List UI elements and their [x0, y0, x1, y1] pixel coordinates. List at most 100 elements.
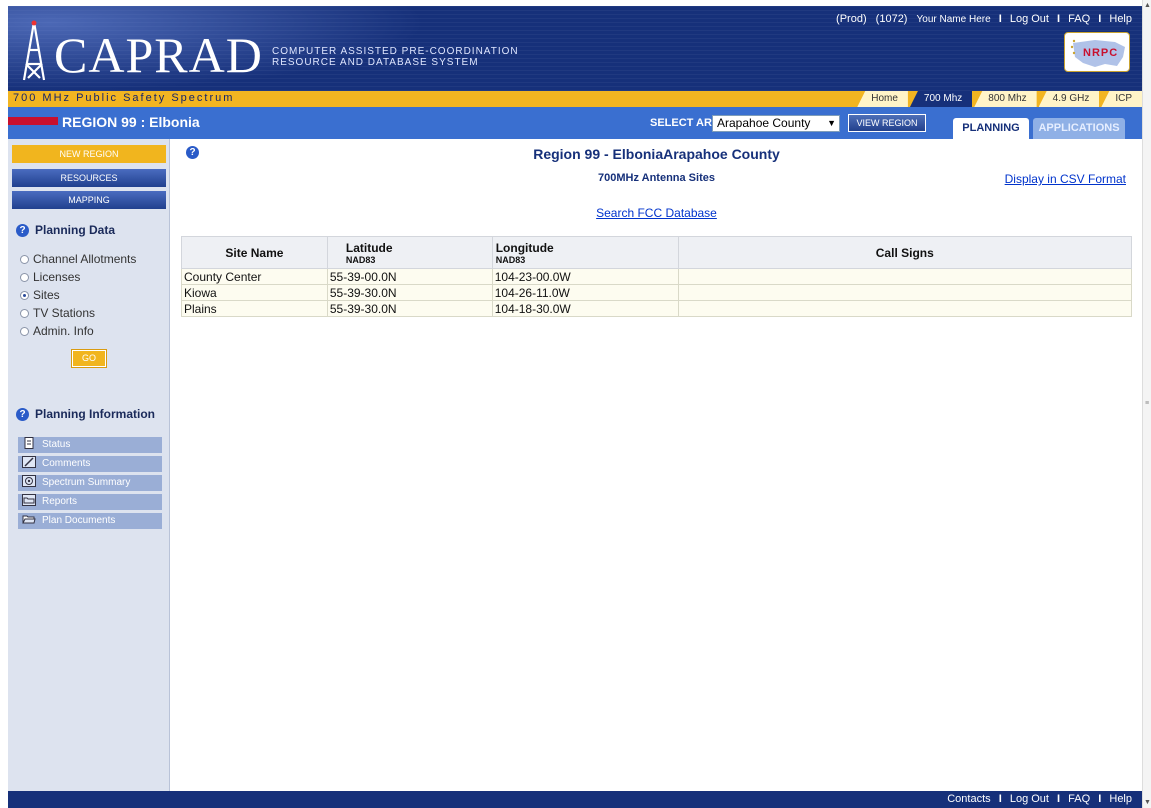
separator: I [1098, 793, 1102, 805]
separator: I [998, 793, 1002, 805]
cell-latitude: 55-39-30.0N [326, 284, 493, 301]
planning-info-heading: ? Planning Information [16, 407, 155, 422]
help-icon[interactable]: ? [16, 408, 29, 422]
sidebar: NEW REGION RESOURCES MAPPING ? Planning D… [8, 139, 170, 791]
new-region-button[interactable]: NEW REGION [12, 145, 166, 163]
table-row: County Center 55-39-00.0N 104-23-00.0W [181, 268, 1133, 285]
cell-latitude: 55-39-00.0N [326, 268, 493, 285]
cell-call-signs [677, 284, 1133, 301]
tab-applications[interactable]: APPLICATIONS [1033, 118, 1125, 139]
region-flag [8, 117, 58, 125]
latitude-header-text: Latitude [345, 240, 393, 255]
band-tab-4-9ghz[interactable]: 4.9 GHz [1038, 91, 1100, 107]
folder-open-icon [22, 515, 36, 524]
region-title: REGION 99 : Elbonia [62, 114, 200, 130]
info-item-reports[interactable]: Reports [18, 494, 162, 510]
cell-site-name: County Center [181, 268, 328, 285]
view-region-button[interactable]: VIEW REGION [848, 114, 926, 132]
cell-longitude: 104-23-00.0W [491, 268, 679, 285]
band-tabs: Home 700 Mhz 800 Mhz 4.9 GHz ICP [855, 91, 1142, 107]
radio-label: Admin. Info [33, 324, 94, 338]
info-item-label: Spectrum Summary [42, 477, 131, 488]
footer-faq-link[interactable]: FAQ [1068, 793, 1090, 805]
separator: I [998, 13, 1002, 25]
footer-logout-link[interactable]: Log Out [1010, 793, 1049, 805]
info-item-label: Comments [42, 458, 91, 469]
cell-site-name: Plains [181, 300, 328, 317]
table-row: Plains 55-39-30.0N 104-18-30.0W [181, 300, 1133, 317]
page-subtitle: 700MHz Antenna Sites [598, 172, 715, 184]
top-links: (Prod) (1072) Your Name Here I Log Out I… [836, 13, 1132, 25]
cell-longitude: 104-18-30.0W [491, 300, 679, 317]
info-item-plan-documents[interactable]: Plan Documents [18, 513, 162, 529]
nrpc-logo: NRPC [1064, 32, 1130, 72]
app-logo-title: CAPRAD [54, 27, 263, 83]
mapping-button[interactable]: MAPPING [12, 191, 166, 209]
faq-link[interactable]: FAQ [1068, 13, 1090, 25]
radio-channel-allotments[interactable]: Channel Allotments [20, 252, 136, 266]
radio-button-selected[interactable] [20, 291, 29, 300]
tab-planning[interactable]: PLANNING [953, 118, 1029, 139]
info-item-comments[interactable]: Comments [18, 456, 162, 472]
spectrum-bar: 700 MHz Public Safety Spectrum Home 700 … [8, 91, 1142, 107]
nrpc-logo-text: NRPC [1083, 47, 1119, 59]
footer-help-link[interactable]: Help [1109, 793, 1132, 805]
band-tab-home[interactable]: Home [857, 91, 908, 107]
main-content: ? Region 99 - ElboniaArapahoe County 700… [171, 139, 1142, 791]
environment-label: (Prod) [836, 13, 867, 25]
app-header: (Prod) (1072) Your Name Here I Log Out I… [8, 6, 1142, 107]
info-item-label: Plan Documents [42, 515, 116, 526]
separator: I [1057, 13, 1061, 25]
planning-data-heading-text: Planning Data [35, 223, 116, 237]
contacts-link[interactable]: Contacts [947, 793, 990, 805]
separator: I [1057, 793, 1061, 805]
info-item-spectrum-summary[interactable]: Spectrum Summary [18, 475, 162, 491]
radio-tower-icon [22, 20, 46, 81]
pencil-icon [22, 456, 36, 468]
area-select[interactable]: Arapahoe County ▼ [712, 115, 840, 132]
page-scrollbar[interactable]: ▲ ≡ ▼ [1142, 0, 1151, 808]
radio-label: Sites [33, 288, 60, 302]
longitude-datum: NAD83 [495, 254, 526, 265]
radio-label: Licenses [33, 270, 81, 284]
cell-call-signs [677, 300, 1133, 317]
region-bar: REGION 99 : Elbonia SELECT AREA: Arapaho… [8, 107, 1142, 139]
radio-label: TV Stations [33, 306, 96, 320]
info-item-label: Reports [42, 496, 78, 507]
radio-sites[interactable]: Sites [20, 288, 60, 302]
resources-button[interactable]: RESOURCES [12, 169, 166, 187]
logo-subtitle-line1: COMPUTER ASSISTED PRE-COORDINATION [272, 46, 519, 57]
radio-licenses[interactable]: Licenses [20, 270, 80, 284]
folder-icon [22, 494, 36, 506]
help-icon[interactable]: ? [16, 224, 29, 238]
radio-button[interactable] [20, 309, 29, 318]
band-tab-800mhz[interactable]: 800 Mhz [974, 91, 1037, 107]
scroll-up-icon[interactable]: ▲ [1144, 2, 1151, 9]
radio-button[interactable] [20, 255, 29, 264]
sites-table: Site Name Latitude NAD83 Longitude NAD83… [181, 236, 1133, 317]
band-tab-700mhz[interactable]: 700 Mhz [909, 91, 973, 107]
scroll-grip-icon[interactable]: ≡ [1145, 400, 1149, 407]
radio-button[interactable] [20, 273, 29, 282]
radio-tv-stations[interactable]: TV Stations [20, 306, 95, 320]
table-header-row: Site Name Latitude NAD83 Longitude NAD83… [181, 236, 1133, 269]
user-id: (1072) [875, 13, 908, 25]
column-header-call-signs: Call Signs [677, 236, 1133, 269]
column-header-latitude: Latitude NAD83 [326, 236, 493, 269]
info-item-status[interactable]: Status [18, 437, 162, 453]
planning-data-heading: ? Planning Data [16, 223, 116, 238]
help-link[interactable]: Help [1109, 13, 1132, 25]
cell-site-name: Kiowa [181, 284, 328, 301]
radio-admin-info[interactable]: Admin. Info [20, 324, 94, 338]
go-button[interactable]: GO [72, 350, 106, 367]
band-tab-icp[interactable]: ICP [1101, 91, 1142, 107]
scroll-down-icon[interactable]: ▼ [1144, 799, 1151, 806]
radio-button[interactable] [20, 327, 29, 336]
csv-format-link[interactable]: Display in CSV Format [1005, 172, 1126, 186]
area-select-value: Arapahoe County [717, 116, 811, 130]
logout-link[interactable]: Log Out [1010, 13, 1049, 25]
info-item-label: Status [42, 439, 71, 450]
logo-subtitle-line2: RESOURCE AND DATABASE SYSTEM [272, 57, 479, 68]
separator: I [1098, 13, 1102, 25]
search-fcc-link[interactable]: Search FCC Database [596, 206, 717, 220]
